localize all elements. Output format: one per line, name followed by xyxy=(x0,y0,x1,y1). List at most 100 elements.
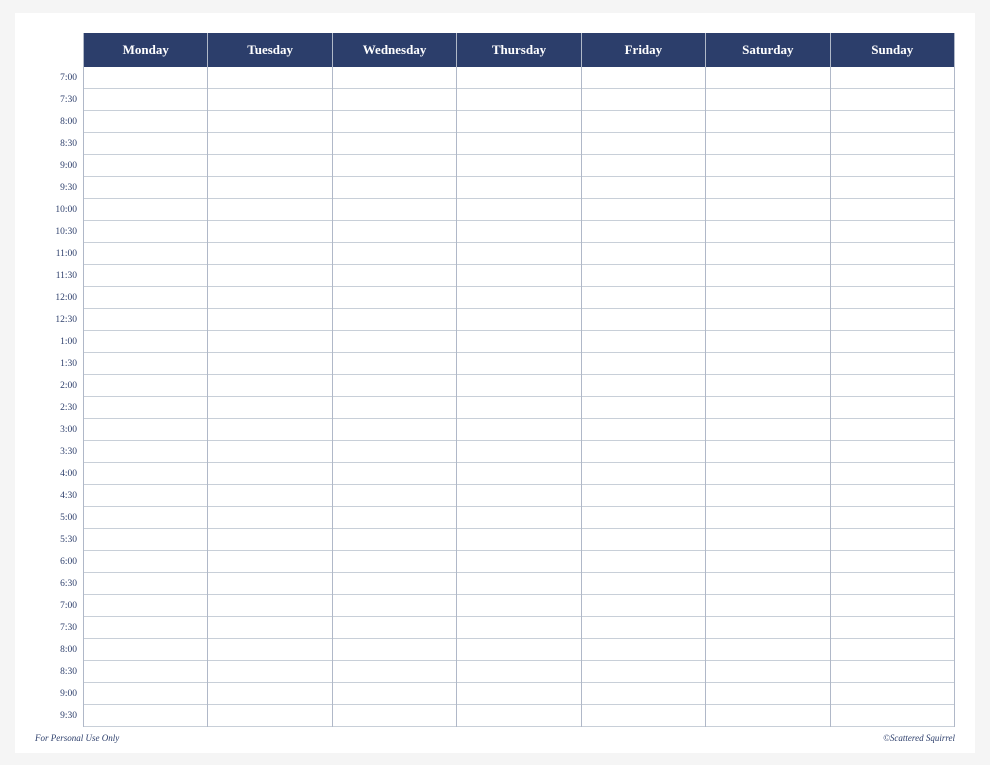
time-row[interactable] xyxy=(457,441,580,463)
time-row[interactable] xyxy=(208,705,331,727)
time-row[interactable] xyxy=(84,133,207,155)
time-row[interactable] xyxy=(831,485,954,507)
time-row[interactable] xyxy=(333,485,456,507)
time-row[interactable] xyxy=(208,265,331,287)
time-row[interactable] xyxy=(333,441,456,463)
time-row[interactable] xyxy=(333,243,456,265)
time-row[interactable] xyxy=(84,573,207,595)
time-row[interactable] xyxy=(582,639,705,661)
time-row[interactable] xyxy=(84,507,207,529)
time-row[interactable] xyxy=(706,221,829,243)
time-row[interactable] xyxy=(208,177,331,199)
time-row[interactable] xyxy=(333,67,456,89)
time-row[interactable] xyxy=(831,309,954,331)
time-row[interactable] xyxy=(84,639,207,661)
time-row[interactable] xyxy=(457,111,580,133)
time-row[interactable] xyxy=(831,551,954,573)
time-row[interactable] xyxy=(831,177,954,199)
time-row[interactable] xyxy=(457,573,580,595)
time-row[interactable] xyxy=(208,89,331,111)
time-row[interactable] xyxy=(582,89,705,111)
time-row[interactable] xyxy=(706,617,829,639)
time-row[interactable] xyxy=(582,683,705,705)
time-row[interactable] xyxy=(706,155,829,177)
time-row[interactable] xyxy=(208,375,331,397)
time-row[interactable] xyxy=(457,639,580,661)
time-row[interactable] xyxy=(333,595,456,617)
time-row[interactable] xyxy=(831,265,954,287)
time-row[interactable] xyxy=(582,551,705,573)
time-row[interactable] xyxy=(333,529,456,551)
time-row[interactable] xyxy=(333,111,456,133)
time-row[interactable] xyxy=(457,617,580,639)
time-row[interactable] xyxy=(831,221,954,243)
time-row[interactable] xyxy=(333,353,456,375)
time-row[interactable] xyxy=(333,375,456,397)
time-row[interactable] xyxy=(706,507,829,529)
time-row[interactable] xyxy=(84,683,207,705)
time-row[interactable] xyxy=(84,705,207,727)
time-row[interactable] xyxy=(831,419,954,441)
time-row[interactable] xyxy=(208,155,331,177)
time-row[interactable] xyxy=(457,485,580,507)
time-row[interactable] xyxy=(706,441,829,463)
time-row[interactable] xyxy=(333,683,456,705)
time-row[interactable] xyxy=(706,331,829,353)
time-row[interactable] xyxy=(706,705,829,727)
time-row[interactable] xyxy=(582,529,705,551)
time-row[interactable] xyxy=(84,155,207,177)
time-row[interactable] xyxy=(457,683,580,705)
time-row[interactable] xyxy=(208,243,331,265)
time-row[interactable] xyxy=(831,595,954,617)
time-row[interactable] xyxy=(706,661,829,683)
time-row[interactable] xyxy=(84,331,207,353)
time-row[interactable] xyxy=(208,507,331,529)
time-row[interactable] xyxy=(84,529,207,551)
time-row[interactable] xyxy=(706,177,829,199)
time-row[interactable] xyxy=(457,507,580,529)
time-row[interactable] xyxy=(831,111,954,133)
time-row[interactable] xyxy=(831,661,954,683)
time-row[interactable] xyxy=(208,353,331,375)
time-row[interactable] xyxy=(706,529,829,551)
time-row[interactable] xyxy=(831,353,954,375)
time-row[interactable] xyxy=(582,617,705,639)
time-row[interactable] xyxy=(84,375,207,397)
time-row[interactable] xyxy=(457,133,580,155)
time-row[interactable] xyxy=(208,397,331,419)
time-row[interactable] xyxy=(333,573,456,595)
time-row[interactable] xyxy=(706,551,829,573)
time-row[interactable] xyxy=(457,595,580,617)
time-row[interactable] xyxy=(457,661,580,683)
time-row[interactable] xyxy=(706,573,829,595)
time-row[interactable] xyxy=(208,67,331,89)
time-row[interactable] xyxy=(582,177,705,199)
time-row[interactable] xyxy=(582,573,705,595)
time-row[interactable] xyxy=(208,441,331,463)
time-row[interactable] xyxy=(84,397,207,419)
time-row[interactable] xyxy=(333,551,456,573)
time-row[interactable] xyxy=(84,551,207,573)
time-row[interactable] xyxy=(333,265,456,287)
time-row[interactable] xyxy=(831,155,954,177)
time-row[interactable] xyxy=(208,419,331,441)
time-row[interactable] xyxy=(831,287,954,309)
time-row[interactable] xyxy=(208,683,331,705)
time-row[interactable] xyxy=(582,221,705,243)
time-row[interactable] xyxy=(706,397,829,419)
time-row[interactable] xyxy=(582,419,705,441)
time-row[interactable] xyxy=(831,397,954,419)
time-row[interactable] xyxy=(582,705,705,727)
time-row[interactable] xyxy=(706,243,829,265)
time-row[interactable] xyxy=(831,683,954,705)
time-row[interactable] xyxy=(706,309,829,331)
time-row[interactable] xyxy=(333,397,456,419)
time-row[interactable] xyxy=(84,111,207,133)
time-row[interactable] xyxy=(831,133,954,155)
time-row[interactable] xyxy=(84,617,207,639)
time-row[interactable] xyxy=(831,617,954,639)
time-row[interactable] xyxy=(706,133,829,155)
time-row[interactable] xyxy=(582,133,705,155)
time-row[interactable] xyxy=(831,705,954,727)
time-row[interactable] xyxy=(84,67,207,89)
